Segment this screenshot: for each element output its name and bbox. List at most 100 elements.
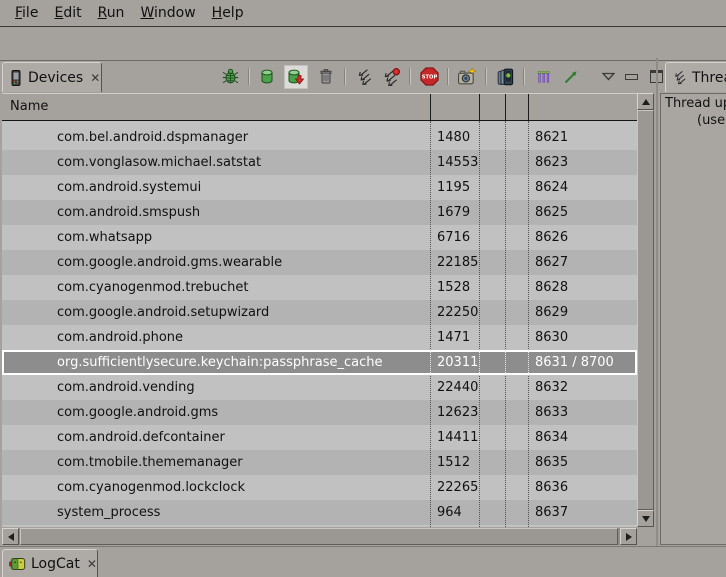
row-pid-cell: 1471: [437, 325, 470, 350]
systrace-icon[interactable]: [533, 67, 553, 87]
row-name-cell: com.google.android.setupwizard: [57, 300, 269, 325]
row-name-cell: org.sufficientlysecure.keychain:passphra…: [57, 350, 382, 375]
row-port-cell: 8635: [535, 450, 568, 475]
horizontal-scroll-thumb[interactable]: [20, 528, 618, 545]
main-toolbar: [0, 28, 726, 61]
cause-gc-icon[interactable]: [316, 67, 336, 87]
table-row[interactable]: com.android.systemui11958624: [2, 175, 637, 200]
threads-message-line2: (use toolbar button to enable): [697, 113, 726, 128]
row-pid-cell: 22185: [437, 250, 478, 275]
row-pid-cell: 964: [437, 500, 462, 525]
toolbar-separator: [409, 68, 411, 85]
ui-automator-dump-icon[interactable]: [495, 67, 515, 87]
tab-logcat[interactable]: LogCat ✕: [2, 549, 98, 577]
threads-icon: [672, 70, 687, 85]
row-port-cell: 8629: [535, 300, 568, 325]
row-port-cell: 8626: [535, 225, 568, 250]
table-header[interactable]: Name: [2, 93, 637, 122]
menu-file[interactable]: File: [8, 3, 45, 23]
debug-process-icon[interactable]: [220, 67, 240, 87]
row-name-cell: com.cyanogenmod.trebuchet: [57, 275, 249, 300]
toolbar-separator: [447, 68, 449, 85]
row-name-cell: com.google.android.gms: [57, 400, 218, 425]
row-pid-cell: 1480: [437, 125, 470, 150]
table-row[interactable]: com.tmobile.thememanager 1512 8635: [2, 450, 637, 475]
minimize-icon[interactable]: [625, 74, 638, 80]
opengl-trace-icon[interactable]: [561, 67, 581, 87]
table-row[interactable]: com.bel.android.dspmanager14808621: [2, 125, 637, 150]
row-pid-cell: 14411: [437, 425, 478, 450]
row-port-cell: 8628: [535, 275, 568, 300]
stop-process-icon[interactable]: STOP: [419, 67, 439, 87]
table-row[interactable]: system_process9648637: [2, 500, 637, 525]
scroll-right-button[interactable]: [620, 528, 637, 545]
column-name[interactable]: Name: [10, 94, 48, 120]
row-pid-cell: 1195: [437, 175, 470, 200]
threads-view: Threads Thread updates not enabled for s…: [658, 58, 726, 546]
row-name-cell: com.android.smspush: [57, 200, 200, 225]
table-row[interactable]: com.google.android.gms126238633: [2, 400, 637, 425]
table-row[interactable]: com.android.smspush16798625: [2, 200, 637, 225]
row-name-cell: com.google.android.gms.wearable: [57, 250, 282, 275]
row-port-cell: 8634: [535, 425, 568, 450]
row-port-cell: 8623: [535, 150, 568, 175]
row-name-cell: com.android.vending: [57, 375, 195, 400]
menu-window[interactable]: Window: [133, 3, 202, 23]
column-divider[interactable]: [505, 94, 506, 120]
menu-run[interactable]: Run: [91, 3, 132, 23]
row-port-cell: 8632: [535, 375, 568, 400]
threads-message-panel: Thread updates not enabled for selected …: [660, 93, 726, 545]
view-menu-icon[interactable]: [602, 72, 615, 81]
table-row[interactable]: com.cyanogenmod.trebuchet15288628: [2, 275, 637, 300]
column-divider[interactable]: [479, 94, 480, 120]
column-divider[interactable]: [528, 94, 529, 120]
start-method-profiling-icon[interactable]: [381, 67, 401, 87]
menu-help[interactable]: Help: [205, 3, 251, 23]
dump-hprof-icon[interactable]: [284, 65, 308, 89]
row-pid-cell: 14553: [437, 150, 478, 175]
scroll-left-button[interactable]: [2, 528, 19, 545]
column-gridline: [505, 121, 506, 527]
table-row[interactable]: com.android.defcontainer144118634: [2, 425, 637, 450]
row-name-cell: com.cyanogenmod.lockclock: [57, 475, 245, 500]
tab-threads[interactable]: Threads: [665, 62, 726, 92]
tab-devices[interactable]: Devices ✕: [2, 62, 102, 92]
row-pid-cell: 12623: [437, 400, 478, 425]
toolbar-separator: [248, 68, 250, 85]
table-row[interactable]: com.google.android.setupwizard222508629: [2, 300, 637, 325]
row-pid-cell: 6716: [437, 225, 470, 250]
table-row[interactable]: com.google.android.gms.wearable 22185 8627: [2, 250, 637, 275]
vertical-scrollbar[interactable]: [637, 93, 654, 527]
close-icon[interactable]: ✕: [90, 71, 100, 85]
scroll-down-button[interactable]: [637, 510, 654, 527]
vertical-scroll-thumb[interactable]: [637, 110, 654, 510]
table-row[interactable]: com.cyanogenmod.lockclock222658636: [2, 475, 637, 500]
threads-message-line1: Thread updates not enabled for selected …: [665, 96, 726, 111]
row-port-cell: 8636: [535, 475, 568, 500]
row-name-cell: com.android.phone: [57, 325, 183, 350]
column-divider[interactable]: [430, 94, 431, 120]
close-icon[interactable]: ✕: [87, 557, 97, 571]
row-pid-cell: 1512: [437, 450, 470, 475]
row-port-cell: 8630: [535, 325, 568, 350]
svg-text:STOP: STOP: [421, 75, 437, 81]
row-port-cell: 8631 / 8700: [535, 350, 614, 375]
update-heap-icon[interactable]: [257, 67, 277, 87]
column-gridline: [430, 121, 431, 527]
table-row[interactable]: com.android.vending 22440 8632: [2, 375, 637, 400]
horizontal-scrollbar[interactable]: [2, 528, 637, 545]
table-row[interactable]: org.sufficientlysecure.keychain:passphra…: [2, 350, 637, 375]
column-gridline: [479, 121, 480, 527]
row-pid-cell: 22440: [437, 375, 478, 400]
scroll-up-button[interactable]: [637, 93, 654, 110]
row-name-cell: com.tmobile.thememanager: [57, 450, 243, 475]
row-name-cell: system_process: [57, 500, 160, 525]
table-row[interactable]: com.whatsapp67168626: [2, 225, 637, 250]
row-port-cell: 8627: [535, 250, 568, 275]
screen-capture-icon[interactable]: [457, 67, 477, 87]
bottom-tabstrip: LogCat ✕: [0, 546, 726, 577]
table-row[interactable]: com.android.phone 1471 8630: [2, 325, 637, 350]
menu-edit[interactable]: Edit: [47, 3, 88, 23]
table-row[interactable]: com.vonglasow.michael.satstat145538623: [2, 150, 637, 175]
update-threads-icon[interactable]: [354, 67, 374, 87]
